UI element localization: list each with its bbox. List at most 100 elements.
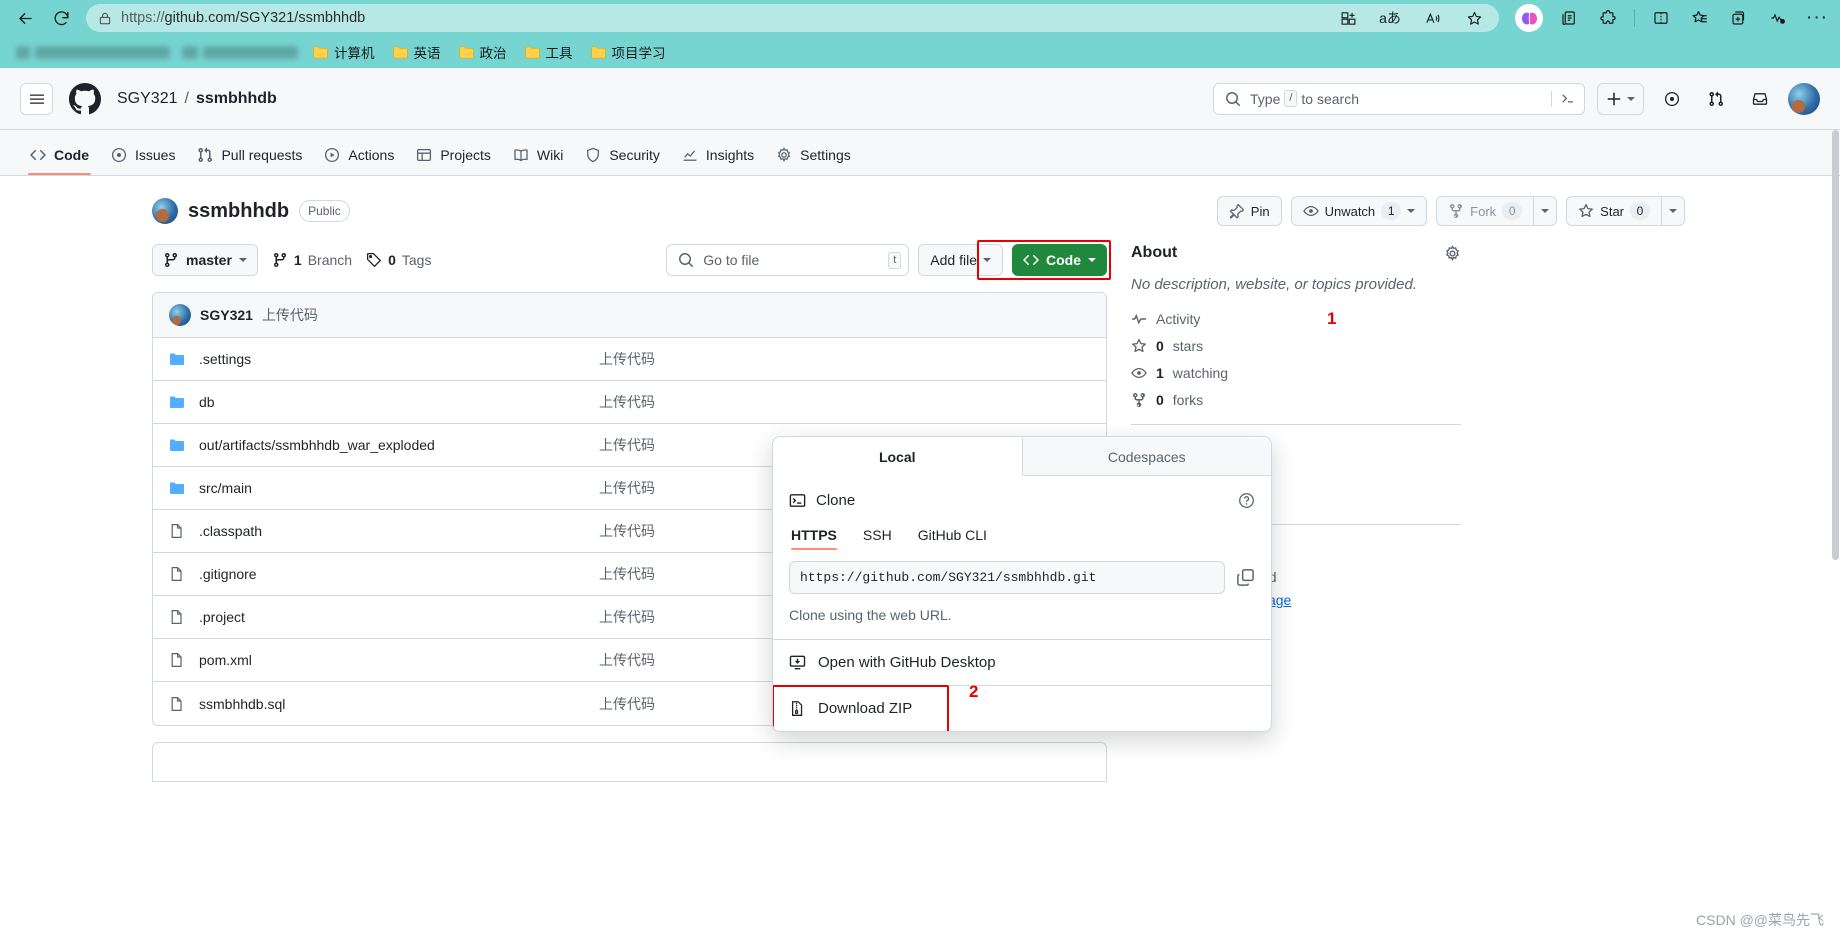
tags-count-link[interactable]: 0 Tags xyxy=(366,252,431,268)
favorites-list-icon[interactable] xyxy=(1687,5,1713,31)
blurred-bookmark-2[interactable] xyxy=(178,44,302,61)
bookmark-item[interactable]: 政治 xyxy=(452,39,514,65)
back-arrow-icon[interactable] xyxy=(10,3,40,33)
file-name-cell[interactable]: db xyxy=(169,394,599,410)
repo-owner-avatar[interactable] xyxy=(152,198,178,224)
file-name-cell[interactable]: .classpath xyxy=(169,523,599,539)
page-title[interactable]: ssmbhhdb xyxy=(188,200,289,223)
clone-title: Clone xyxy=(816,492,856,509)
split-window-icon[interactable] xyxy=(1648,5,1674,31)
commit-author[interactable]: SGY321 xyxy=(200,307,253,323)
address-bar[interactable]: https://github.com/SGY321/ssmbhhdb aあ xyxy=(86,4,1499,32)
settings-more-icon[interactable]: ··· xyxy=(1804,5,1830,31)
activity-link[interactable]: Activity xyxy=(1131,311,1461,327)
add-to-collection-icon[interactable] xyxy=(1726,5,1752,31)
table-row[interactable]: db 上传代码 xyxy=(153,381,1106,424)
open-desktop-label: Open with GitHub Desktop xyxy=(818,654,996,671)
code-button[interactable]: Code xyxy=(1012,244,1107,276)
fork-count: 0 xyxy=(1502,202,1523,220)
clone-url-input[interactable]: https://github.com/SGY321/ssmbhhdb.git xyxy=(789,561,1225,594)
table-row[interactable]: .settings 上传代码 xyxy=(153,338,1106,381)
protocol-https[interactable]: HTTPS xyxy=(791,527,837,550)
file-commit-message: 上传代码 xyxy=(599,394,655,410)
go-to-file-input[interactable]: Go to file t xyxy=(666,244,910,276)
tab-issues[interactable]: Issues xyxy=(101,140,185,175)
chevron-down-icon xyxy=(1541,209,1550,213)
search-key-hint: / xyxy=(1284,90,1298,107)
unwatch-button[interactable]: Unwatch 1 xyxy=(1290,196,1428,226)
protocol-github-cli[interactable]: GitHub CLI xyxy=(918,527,987,550)
github-mark-icon[interactable] xyxy=(69,82,101,115)
file-name-cell[interactable]: ssmbhhdb.sql xyxy=(169,696,599,712)
tab-insights[interactable]: Insights xyxy=(672,140,764,175)
branch-selector[interactable]: master xyxy=(152,244,258,276)
question-circle-icon[interactable] xyxy=(1238,492,1255,509)
tab-security[interactable]: Security xyxy=(575,140,670,175)
performance-icon[interactable] xyxy=(1765,5,1791,31)
copy-icon[interactable] xyxy=(1236,568,1255,587)
issues-icon[interactable] xyxy=(1656,83,1688,115)
commit-author-avatar[interactable] xyxy=(169,304,191,326)
page-scrollbar[interactable] xyxy=(1831,68,1840,938)
tab-actions[interactable]: Actions xyxy=(314,140,404,175)
refresh-icon[interactable] xyxy=(46,3,76,33)
blurred-bookmark-1[interactable] xyxy=(12,44,174,61)
branch-count-link[interactable]: 1 Branch xyxy=(272,252,352,268)
add-file-label: Add file xyxy=(930,252,977,268)
star-dropdown-button[interactable] xyxy=(1661,196,1685,226)
tab-projects[interactable]: Projects xyxy=(406,140,501,175)
breadcrumb-owner[interactable]: SGY321 xyxy=(117,90,177,108)
watching-link[interactable]: 1 watching xyxy=(1131,365,1461,381)
forks-link[interactable]: 0 forks xyxy=(1131,392,1461,408)
tab-wiki[interactable]: Wiki xyxy=(503,140,573,175)
protocol-ssh[interactable]: SSH xyxy=(863,527,892,550)
read-aloud-icon[interactable] xyxy=(1419,5,1445,31)
favorite-star-icon[interactable] xyxy=(1461,5,1487,31)
file-name-cell[interactable]: .project xyxy=(169,609,599,625)
file-name-cell[interactable]: out/artifacts/ssmbhhdb_war_exploded xyxy=(169,437,599,453)
code-button-label: Code xyxy=(1046,252,1081,268)
tab-pull-requests[interactable]: Pull requests xyxy=(187,140,312,175)
breadcrumb-repo[interactable]: ssmbhhdb xyxy=(196,90,277,108)
tab-code[interactable]: Code xyxy=(20,140,99,175)
file-name-cell[interactable]: .gitignore xyxy=(169,566,599,582)
create-new-button[interactable] xyxy=(1597,82,1644,115)
folder-icon xyxy=(170,396,184,408)
stars-link[interactable]: 0 stars xyxy=(1131,338,1461,354)
star-button[interactable]: Star 0 xyxy=(1566,196,1661,226)
tab-settings[interactable]: Settings xyxy=(766,140,861,175)
pull-requests-icon[interactable] xyxy=(1700,83,1732,115)
hamburger-menu-icon[interactable] xyxy=(20,82,53,115)
pin-button[interactable]: Pin xyxy=(1216,196,1282,226)
file-name-cell[interactable]: pom.xml xyxy=(169,652,599,668)
bookmark-item[interactable]: 工具 xyxy=(518,39,580,65)
tab-codespaces[interactable]: Codespaces xyxy=(1022,438,1271,476)
copilot-icon[interactable] xyxy=(1515,4,1543,32)
scrollbar-thumb[interactable] xyxy=(1832,130,1839,560)
translate-icon[interactable]: aあ xyxy=(1377,5,1403,31)
add-file-button[interactable]: Add file xyxy=(918,244,1003,276)
search-icon xyxy=(1225,91,1241,107)
bookmark-item[interactable]: 英语 xyxy=(386,39,448,65)
avatar[interactable] xyxy=(1788,82,1820,115)
split-screen-icon[interactable] xyxy=(1335,5,1361,31)
notifications-inbox-icon[interactable] xyxy=(1744,83,1776,115)
tab-local[interactable]: Local xyxy=(773,438,1023,476)
command-palette-icon[interactable] xyxy=(1551,90,1576,107)
extensions-icon[interactable] xyxy=(1595,5,1621,31)
collections-icon[interactable] xyxy=(1556,5,1582,31)
desktop-download-icon xyxy=(789,654,806,671)
bookmark-item[interactable]: 项目学习 xyxy=(584,39,673,65)
open-with-github-desktop[interactable]: Open with GitHub Desktop xyxy=(773,639,1271,685)
search-input[interactable]: Type / to search xyxy=(1213,82,1585,115)
commit-message[interactable]: 上传代码 xyxy=(262,305,318,325)
star-label: Star xyxy=(1600,203,1624,219)
gear-icon[interactable] xyxy=(1444,244,1461,262)
file-name-cell[interactable]: .settings xyxy=(169,351,599,367)
download-zip[interactable]: Download ZIP 2 xyxy=(773,682,1271,731)
file-name: .settings xyxy=(199,351,252,367)
bookmark-item[interactable]: 计算机 xyxy=(306,39,382,65)
fork-dropdown-button[interactable] xyxy=(1533,196,1558,226)
file-name-cell[interactable]: src/main xyxy=(169,480,599,496)
fork-button[interactable]: Fork 0 xyxy=(1436,196,1534,226)
